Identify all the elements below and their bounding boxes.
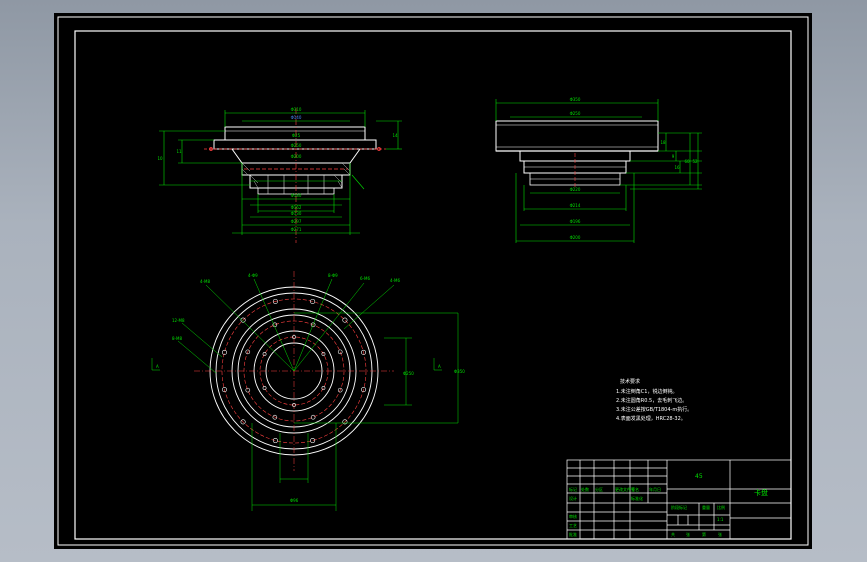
tb-label-2: 处数 — [581, 486, 589, 492]
tb-sheet-4: 张 — [718, 531, 722, 537]
tb-ratio-label: 比例 — [717, 504, 725, 510]
tb-part-name: 卡盘 — [754, 488, 768, 497]
tb-label-7: 设计 — [569, 495, 577, 501]
callout-4: 6-M6 — [360, 276, 370, 281]
section-mark-left: A — [156, 364, 159, 369]
plan-dim-phi96: Φ96 — [290, 498, 299, 503]
tb-label-6: 年月日 — [649, 486, 661, 492]
dim-phi140: Φ140 — [291, 115, 302, 120]
callout-7: 8-M8 — [172, 336, 182, 341]
plan-dim-phi350: Φ350 — [454, 369, 465, 374]
top-left-section-view: Φ310 Φ140 Φ25 Φ250 Φ200 Φ180 Φ162 Φ130 Φ… — [157, 107, 402, 243]
tech-item-1: 1.未注倒角C1，锐边倒钝。 — [616, 388, 677, 395]
dim-phi297: Φ297 — [291, 219, 302, 224]
dim-phi350: Φ350 — [570, 97, 581, 102]
tb-weight-label: 重量 — [702, 504, 710, 510]
dim-phi196: Φ196 — [570, 219, 581, 224]
dim-phi250: Φ250 — [291, 143, 302, 148]
tb-scale-value: 1:1 — [717, 517, 724, 522]
tb-stage-label: 阶段标记 — [671, 504, 687, 510]
tb-label-11: 批准 — [569, 531, 577, 537]
bolt-hole — [262, 386, 267, 390]
tech-item-4: 4.表面发黑处理，HRC28-32。 — [616, 415, 686, 422]
bolt-hole — [272, 438, 278, 444]
dim-r-16: 16 — [674, 165, 680, 170]
drawing-sheet: Φ310 Φ140 Φ25 Φ250 Φ200 Φ180 Φ162 Φ130 Φ… — [57, 16, 809, 546]
dim-phi200: Φ200 — [291, 154, 302, 159]
cad-drawing-canvas: Φ310 Φ140 Φ25 Φ250 Φ200 Φ180 Φ162 Φ130 Φ… — [54, 13, 812, 549]
dim-phi310: Φ310 — [291, 107, 302, 112]
plan-dim-phi250: Φ250 — [403, 371, 414, 376]
bolt-hole — [342, 317, 348, 323]
bolt-hole — [310, 438, 316, 444]
dim-r-52: 52 — [692, 159, 698, 164]
dim-phi250-right: Φ250 — [570, 111, 581, 116]
bolt-hole — [245, 387, 251, 393]
dim-phi162: Φ162 — [291, 205, 302, 210]
bolt-hole — [310, 414, 316, 420]
dim-phi130: Φ130 — [291, 211, 302, 216]
dim-r-60: 60 — [684, 159, 690, 164]
callout-1: 4-M8 — [200, 279, 210, 284]
dim-phi220: Φ220 — [570, 187, 581, 192]
technical-requirements: 技术要求 1.未注倒角C1，锐边倒钝。 2.未注圆角R0.5，去毛刺飞边。 3.… — [616, 378, 692, 422]
tb-label-10: 工艺 — [569, 523, 577, 528]
tb-sheet-1: 共 — [671, 531, 675, 537]
dim-right-14: 14 — [392, 133, 398, 138]
plan-view: 4-M8 4-Φ9 8-Φ9 6-M6 4-M6 12-M8 8-M8 Φ250… — [151, 271, 465, 511]
title-block: 标记 处数 分区 更改文件号 签名 年月日 设计 标准化 审核 工艺 批准 阶段… — [566, 459, 792, 540]
callout-5: 4-M6 — [390, 278, 400, 283]
tb-label-1: 标记 — [569, 486, 577, 492]
dim-phi271: Φ271 — [291, 227, 302, 232]
tb-label-5: 签名 — [631, 486, 639, 492]
bolt-hole — [221, 349, 227, 355]
tb-label-9: 审核 — [569, 513, 577, 519]
tb-sheet-3: 第 — [702, 531, 706, 537]
tb-sheet-2: 张 — [686, 531, 690, 537]
callout-6: 12-M8 — [172, 318, 185, 323]
outer-border — [57, 16, 809, 546]
tech-title: 技术要求 — [620, 378, 640, 385]
section-mark-right: A — [438, 364, 441, 369]
inner-border — [74, 30, 792, 540]
bolt-hole — [321, 386, 326, 390]
dim-r-9: 9 — [672, 154, 675, 159]
dim-left-10: 10 — [157, 156, 163, 161]
callout-2: 4-Φ9 — [248, 273, 258, 278]
tb-material: 45 — [695, 473, 703, 480]
bolt-hole — [262, 352, 267, 356]
tech-item-2: 2.未注圆角R0.5，去毛刺飞边。 — [616, 397, 687, 404]
tb-label-3: 分区 — [595, 486, 603, 492]
dim-left-11: 11 — [176, 149, 182, 154]
dim-phi180: Φ180 — [291, 193, 302, 198]
dim-phi200-right: Φ200 — [570, 235, 581, 240]
callout-3: 8-Φ9 — [328, 273, 338, 278]
dim-phi25: Φ25 — [292, 133, 301, 138]
tech-item-3: 3.未注公差按GB/T1804-m执行。 — [616, 406, 692, 413]
dim-phi214: Φ214 — [570, 203, 581, 208]
tb-label-8: 标准化 — [631, 495, 643, 501]
top-right-elevation-view: Φ350 Φ250 Φ220 Φ214 Φ196 Φ200 18 9 16 60… — [495, 97, 702, 243]
dim-r-18: 18 — [660, 140, 666, 145]
